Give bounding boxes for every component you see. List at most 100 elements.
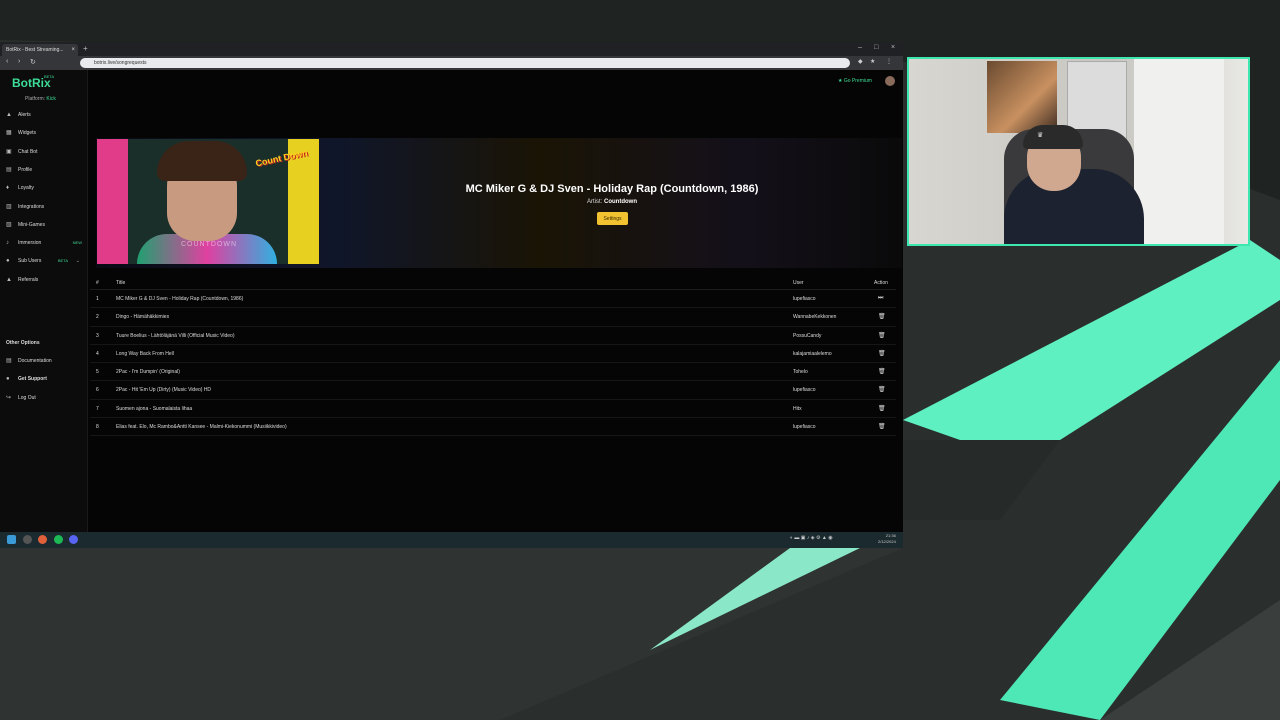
delete-icon[interactable]: 🗑: [878, 332, 886, 339]
song-title: Dingo - Hämähäkkimies: [116, 314, 170, 321]
sidebar-item-label: Sub Users: [18, 258, 42, 265]
requested-by-user: lupefiasco: [793, 424, 816, 431]
discord-icon[interactable]: [69, 535, 78, 544]
delete-icon[interactable]: 🗑: [878, 313, 886, 320]
sidebar-item-label: Integrations: [18, 203, 45, 210]
browser-tab[interactable]: BotRix - Best Streaming... ×: [2, 44, 78, 56]
sidebar-item-get-support[interactable]: ● Get Support: [6, 372, 84, 386]
sidebar-item-chat-bot[interactable]: ▣ Chat Bot: [6, 145, 84, 159]
delete-icon[interactable]: 🗑: [878, 386, 886, 393]
requested-by-user: lupefiasco: [793, 296, 816, 302]
chevron-down-icon[interactable]: ⌄: [76, 254, 80, 268]
new-tab-button[interactable]: +: [83, 44, 88, 53]
taskbar-clock[interactable]: 21:36 2/12/2024: [878, 533, 896, 545]
song-title: Elias feat. Elo, Mc Rambo&Antti Kansee -…: [116, 424, 287, 431]
extensions-icon[interactable]: ◆: [858, 58, 863, 65]
sidebar-item-label: Log Out: [18, 394, 36, 401]
delete-icon[interactable]: 🗑: [878, 423, 886, 430]
song-title: 2Pac - I'm Dumpin' (Original): [116, 369, 180, 376]
table-row[interactable]: 8 Elias feat. Elo, Mc Rambo&Antti Kansee …: [90, 418, 896, 437]
row-number: 5: [96, 369, 99, 376]
platform-indicator: Platform: Kick: [25, 96, 56, 102]
song-title: Long Way Back From Hell: [116, 350, 174, 357]
sidebar-item-documentation[interactable]: ▤ Documentation: [6, 354, 84, 368]
song-title: Suomen ajona - Suomalaista lihaa: [116, 405, 193, 412]
back-icon[interactable]: ‹: [6, 58, 8, 65]
settings-button[interactable]: Settings: [597, 212, 628, 225]
sidebar-item-referrals[interactable]: ▲ Referrals: [6, 273, 84, 287]
tray-icons[interactable]: ◐ ▬ ▣ ♪ ◈ ⚙ ▲ ◉: [790, 535, 833, 541]
maximize-icon[interactable]: □: [874, 44, 878, 51]
sidebar-item-label: Widgets: [18, 130, 37, 137]
delete-icon[interactable]: 🗑: [878, 405, 886, 412]
table-row[interactable]: 4 Long Way Back From Hell kalajamiaalelemo…: [90, 345, 896, 364]
streamer-cap: [1023, 125, 1083, 149]
sidebar-item-profile[interactable]: ▤ Profile: [6, 163, 84, 177]
go-premium-link[interactable]: ★ Go Premium: [838, 78, 872, 84]
door: [1134, 59, 1224, 244]
close-window-icon[interactable]: ×: [891, 44, 895, 51]
video-thumbnail: Count Down COUNTDOWN: [97, 139, 319, 264]
thumbnail-watermark: COUNTDOWN: [181, 241, 238, 248]
reload-icon[interactable]: ↻: [30, 58, 36, 66]
support-icon: ●: [6, 376, 10, 383]
bookmark-icon[interactable]: ★: [870, 58, 875, 65]
table-row[interactable]: 1 MC Miker G & DJ Sven - Holiday Rap (Cou…: [90, 290, 896, 309]
address-bar[interactable]: botrix.live/songrequests: [80, 58, 850, 68]
minimize-icon[interactable]: –: [858, 44, 862, 51]
windows-start-icon[interactable]: [7, 535, 16, 544]
table-row[interactable]: 2 Dingo - Hämähäkkimies WannabeKekkonen 🗑: [90, 308, 896, 327]
menu-icon[interactable]: ⋮: [886, 58, 892, 65]
sidebar-item-immersion[interactable]: ♪ Immersion NEW: [6, 236, 84, 250]
delete-icon[interactable]: 🗑: [878, 350, 886, 357]
close-tab-icon[interactable]: ×: [71, 44, 75, 56]
requested-by-user: WannabeKekkonen: [793, 314, 837, 321]
forward-icon[interactable]: ›: [18, 58, 20, 65]
sidebar-item-loyalty[interactable]: ♦ Loyalty: [6, 181, 84, 195]
table-body: 1 MC Miker G & DJ Sven - Holiday Rap (Cou…: [90, 290, 896, 437]
doc-icon: ▤: [6, 358, 12, 364]
table-row[interactable]: 5 2Pac - I'm Dumpin' (Original) Tohelo 🗑: [90, 363, 896, 382]
table-row[interactable]: 7 Suomen ajona - Suomalaista lihaa Hitx 🗑: [90, 400, 896, 419]
other-options-heading: Other Options: [6, 340, 40, 346]
cat-poster: [987, 61, 1057, 133]
sidebar-item-sub-users[interactable]: ● Sub Users BETA ⌄: [6, 254, 84, 268]
table-row[interactable]: 6 2Pac - Hit 'Em Up (Dirty) (Music Video)…: [90, 381, 896, 400]
requested-by-user: lupefiasco: [793, 387, 816, 394]
sidebar-item-label: Loyalty: [18, 185, 34, 192]
header-action: Action: [874, 280, 888, 286]
header-title: Title: [116, 280, 126, 286]
platform-value: Kick: [46, 96, 56, 102]
spotify-icon[interactable]: [54, 535, 63, 544]
sidebar-item-label: Immersion: [18, 240, 42, 247]
user-avatar[interactable]: [885, 76, 895, 86]
browser-app-icon[interactable]: [38, 535, 47, 544]
requested-by-user: Tohelo: [793, 369, 808, 376]
sidebar-item-widgets[interactable]: ▦ Widgets: [6, 126, 84, 140]
sidebar-item-label: Chat Bot: [18, 148, 38, 155]
row-number: 7: [96, 405, 99, 412]
logout-icon: ↪: [6, 394, 12, 401]
requested-by-user: kalajamiaalelemo: [793, 350, 832, 357]
delete-icon[interactable]: 🗑: [878, 368, 886, 375]
sidebar-item-alerts[interactable]: ▲ Alerts: [6, 108, 84, 122]
song-title: 2Pac - Hit 'Em Up (Dirty) (Music Video) …: [116, 387, 212, 394]
taskbar: ◐ ▬ ▣ ♪ ◈ ⚙ ▲ ◉ 21:36 2/12/2024: [0, 532, 903, 548]
table-row[interactable]: 3 Tuure Boelius - Lähtöläjänä Villi (Offi…: [90, 327, 896, 345]
search-icon[interactable]: [23, 535, 32, 544]
sidebar-item-integrations[interactable]: ▥ Integrations: [6, 200, 84, 214]
music-icon: ♪: [6, 240, 9, 247]
tab-bar: BotRix - Best Streaming... × + – □ ×: [0, 42, 903, 56]
nav-badge: NEW: [72, 240, 82, 246]
sidebar-item-label: Referrals: [18, 276, 39, 283]
skip-icon[interactable]: ⏭: [878, 295, 883, 302]
sidebar-item-label: Alerts: [18, 112, 31, 118]
referrals-icon: ▲: [6, 276, 12, 283]
sidebar-item-mini-games[interactable]: ▧ Mini-Games: [6, 218, 84, 232]
sidebar: BotRix BETA Platform: Kick ▲ Alerts ▦ Widge…: [0, 70, 88, 532]
integrations-icon: ▥: [6, 203, 12, 210]
sidebar-item-log-out[interactable]: ↪ Log Out: [6, 391, 84, 405]
song-title: Tuure Boelius - Lähtöläjänä Villi (Offic…: [116, 332, 235, 339]
header-num: #: [96, 280, 99, 286]
row-number: 2: [96, 314, 99, 321]
